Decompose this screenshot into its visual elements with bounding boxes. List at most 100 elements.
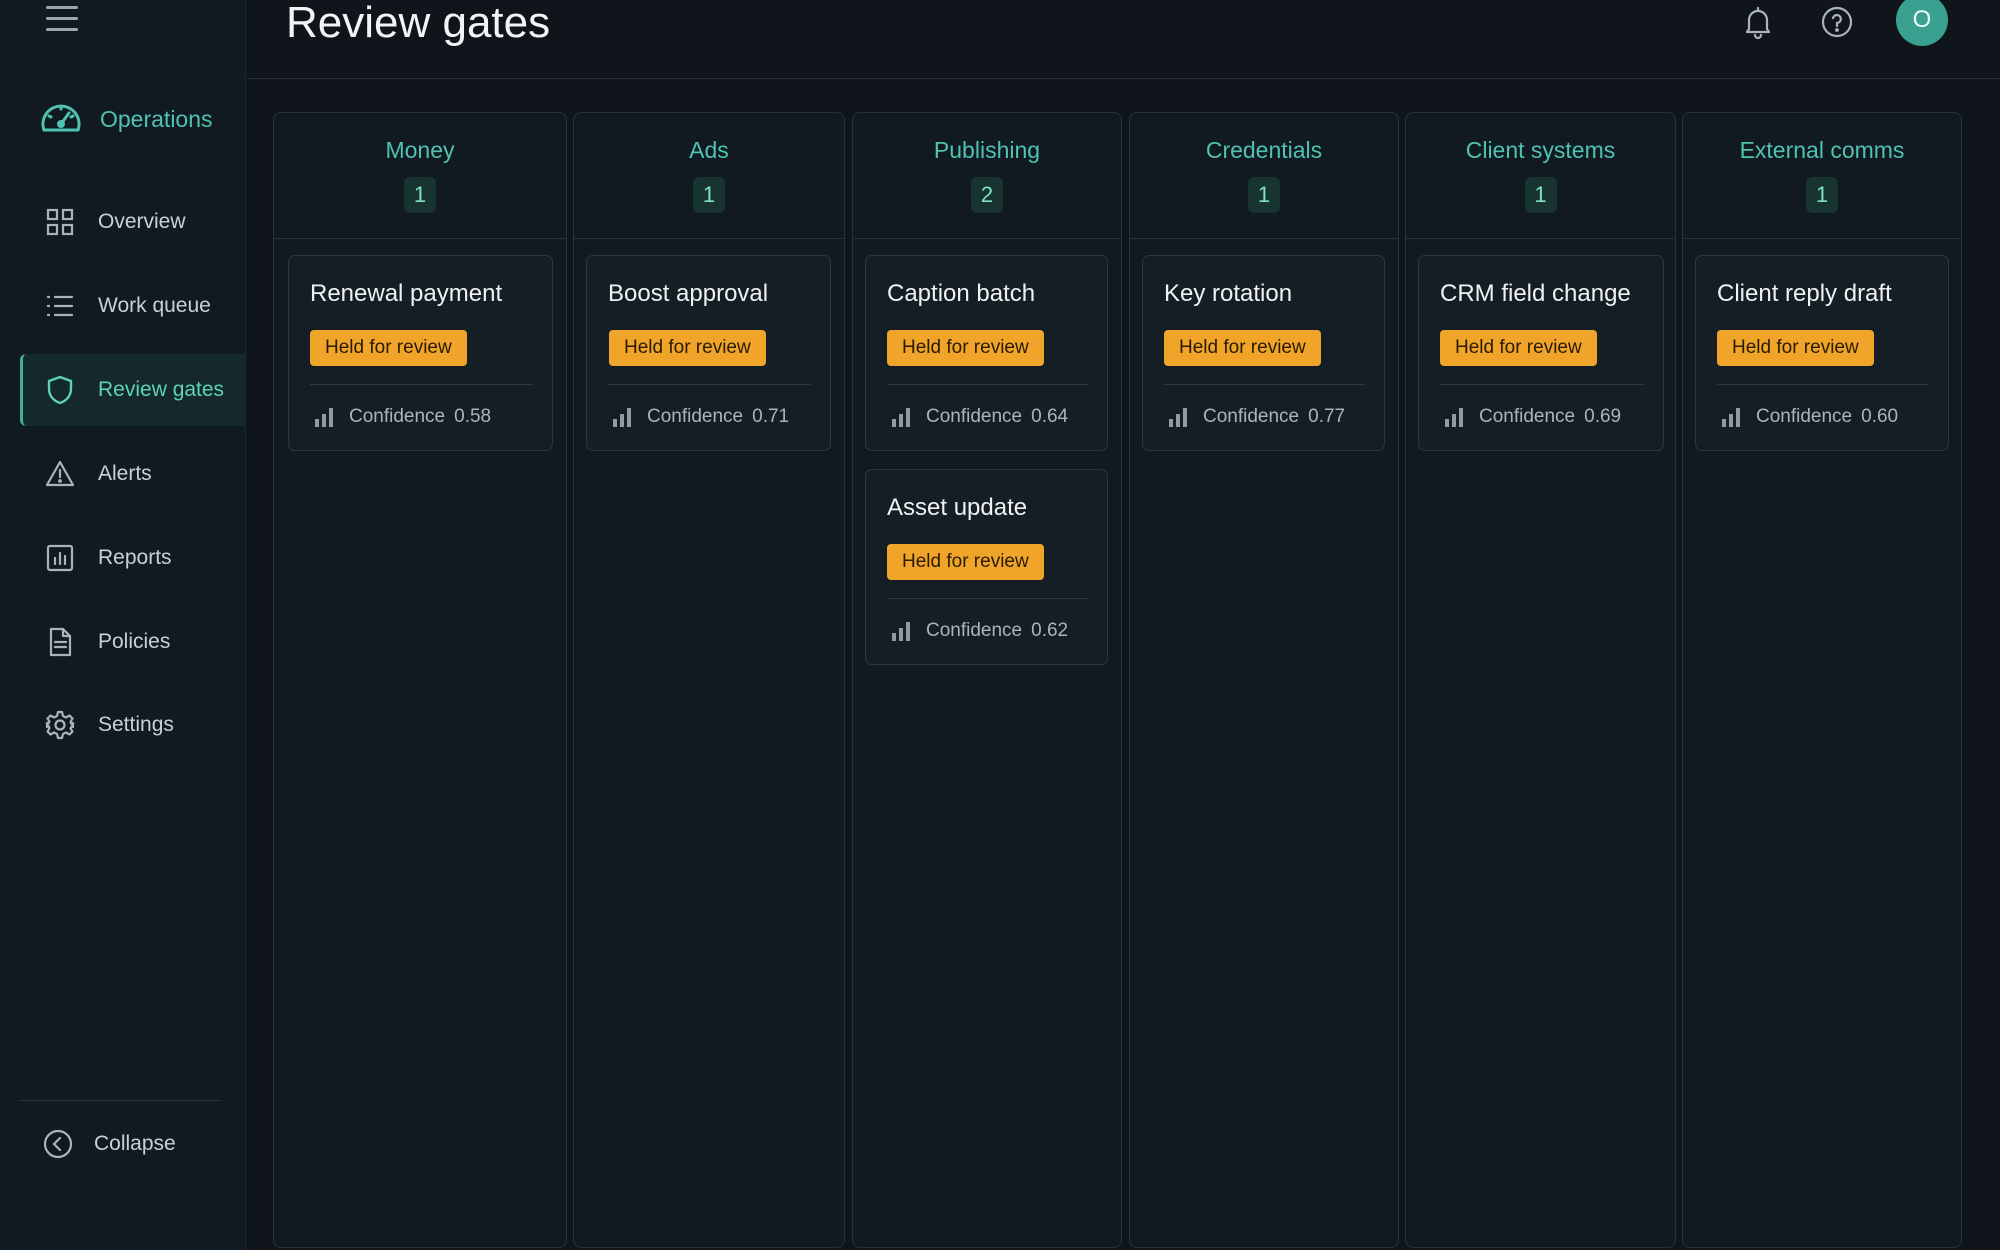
confidence-row: Confidence 0.77 bbox=[1167, 406, 1345, 428]
header-divider bbox=[247, 78, 2000, 79]
speedometer-icon bbox=[41, 104, 81, 132]
column-title: External comms bbox=[1739, 137, 1905, 163]
brand-label: Operations bbox=[100, 105, 213, 132]
column-header: Client systems 1 bbox=[1406, 113, 1675, 239]
sidebar-item-label: Overview bbox=[98, 210, 186, 233]
collapse-label: Collapse bbox=[94, 1132, 176, 1155]
column-client-systems: Client systems 1 CRM field change Held f… bbox=[1405, 112, 1676, 1248]
menu-icon[interactable] bbox=[46, 6, 78, 36]
confidence-value: 0.62 bbox=[1031, 620, 1069, 641]
column-title: Money bbox=[385, 137, 455, 163]
warning-icon bbox=[44, 458, 76, 490]
sidebar-item-label: Settings bbox=[98, 713, 174, 736]
review-card[interactable]: CRM field change Held for review Confide… bbox=[1418, 255, 1664, 451]
review-card[interactable]: Client reply draft Held for review Confi… bbox=[1695, 255, 1949, 451]
bell-icon[interactable] bbox=[1738, 2, 1778, 42]
card-title: Boost approval bbox=[608, 280, 769, 307]
shield-icon bbox=[44, 374, 76, 406]
column-header: Credentials 1 bbox=[1130, 113, 1398, 239]
confidence-row: Confidence 0.64 bbox=[890, 406, 1068, 428]
column-ads: Ads 1 Boost approval Held for review Con… bbox=[573, 112, 845, 1248]
card-title: Client reply draft bbox=[1717, 280, 1892, 307]
review-card[interactable]: Boost approval Held for review Confidenc… bbox=[586, 255, 831, 451]
column-title: Ads bbox=[689, 137, 729, 163]
sidebar-item-work-queue[interactable]: Work queue bbox=[20, 270, 246, 342]
card-divider bbox=[310, 384, 533, 385]
column-count-badge: 1 bbox=[693, 177, 725, 213]
gear-icon bbox=[44, 709, 76, 741]
sidebar: Operations Overview Work queue Review ga… bbox=[0, 0, 246, 1250]
status-badge: Held for review bbox=[1440, 330, 1597, 366]
confidence-row: Confidence 0.58 bbox=[313, 406, 491, 428]
status-badge: Held for review bbox=[1717, 330, 1874, 366]
column-title: Client systems bbox=[1465, 137, 1616, 163]
card-divider bbox=[1164, 384, 1365, 385]
column-credentials: Credentials 1 Key rotation Held for revi… bbox=[1129, 112, 1399, 1248]
sidebar-item-label: Review gates bbox=[98, 378, 225, 401]
bar-chart-icon bbox=[1169, 408, 1187, 427]
bar-chart-icon bbox=[613, 408, 631, 427]
column-count-badge: 1 bbox=[1524, 177, 1557, 213]
bar-chart-icon bbox=[315, 408, 333, 427]
review-card[interactable]: Renewal payment Held for review Confiden… bbox=[288, 255, 553, 451]
card-divider bbox=[887, 384, 1088, 385]
card-title: Renewal payment bbox=[310, 280, 503, 307]
column-money: Money 1 Renewal payment Held for review … bbox=[273, 112, 567, 1248]
card-title: CRM field change bbox=[1440, 280, 1631, 307]
confidence-label: Confidence bbox=[926, 620, 1023, 641]
column-external-comms: External comms 1 Client reply draft Held… bbox=[1682, 112, 1962, 1248]
list-icon bbox=[44, 290, 76, 322]
confidence-label: Confidence bbox=[1203, 406, 1300, 427]
column-header: External comms 1 bbox=[1683, 113, 1961, 239]
sidebar-item-review-gates[interactable]: Review gates bbox=[20, 354, 246, 426]
sidebar-item-label: Reports bbox=[98, 546, 172, 569]
review-card[interactable]: Caption batch Held for review Confidence… bbox=[865, 255, 1108, 451]
confidence-label: Confidence bbox=[1756, 406, 1853, 427]
sidebar-item-settings[interactable]: Settings bbox=[20, 689, 246, 761]
help-icon[interactable] bbox=[1817, 2, 1857, 42]
review-card[interactable]: Asset update Held for review Confidence … bbox=[865, 469, 1108, 665]
grid-icon bbox=[44, 206, 76, 238]
document-icon bbox=[44, 626, 76, 658]
avatar[interactable]: O bbox=[1896, 0, 1948, 46]
sidebar-item-label: Work queue bbox=[98, 294, 211, 317]
confidence-row: Confidence 0.71 bbox=[611, 406, 789, 428]
card-title: Caption batch bbox=[887, 280, 1036, 307]
column-title: Credentials bbox=[1205, 137, 1323, 163]
column-count-badge: 2 bbox=[971, 177, 1003, 213]
review-card[interactable]: Key rotation Held for review Confidence … bbox=[1142, 255, 1385, 451]
confidence-label: Confidence bbox=[926, 406, 1023, 427]
chevron-left-icon bbox=[43, 1129, 73, 1159]
chart-icon bbox=[44, 542, 76, 574]
collapse-button[interactable]: Collapse bbox=[42, 1128, 176, 1160]
bar-chart-icon bbox=[892, 408, 910, 427]
confidence-value: 0.58 bbox=[454, 406, 492, 427]
confidence-value: 0.60 bbox=[1861, 406, 1899, 427]
column-count-badge: 1 bbox=[1248, 177, 1280, 213]
sidebar-item-label: Alerts bbox=[98, 462, 152, 485]
column-header: Ads 1 bbox=[574, 113, 844, 239]
sidebar-item-overview[interactable]: Overview bbox=[20, 186, 246, 258]
status-badge: Held for review bbox=[887, 544, 1044, 580]
status-badge: Held for review bbox=[887, 330, 1044, 366]
brand[interactable]: Operations bbox=[38, 96, 213, 142]
column-count-badge: 1 bbox=[1806, 177, 1838, 213]
sidebar-item-policies[interactable]: Policies bbox=[20, 606, 246, 678]
sidebar-item-reports[interactable]: Reports bbox=[20, 522, 246, 594]
bar-chart-icon bbox=[1445, 408, 1463, 427]
confidence-row: Confidence 0.62 bbox=[890, 620, 1068, 642]
confidence-value: 0.71 bbox=[752, 406, 790, 427]
confidence-label: Confidence bbox=[1479, 406, 1576, 427]
sidebar-item-alerts[interactable]: Alerts bbox=[20, 438, 246, 510]
status-badge: Held for review bbox=[609, 330, 766, 366]
status-badge: Held for review bbox=[1164, 330, 1321, 366]
confidence-value: 0.69 bbox=[1584, 406, 1622, 427]
confidence-label: Confidence bbox=[349, 406, 446, 427]
status-badge: Held for review bbox=[310, 330, 467, 366]
card-divider bbox=[887, 598, 1088, 599]
sidebar-divider bbox=[20, 1100, 220, 1101]
column-header: Money 1 bbox=[274, 113, 566, 239]
confidence-value: 0.64 bbox=[1031, 406, 1069, 427]
card-divider bbox=[608, 384, 811, 385]
card-title: Asset update bbox=[887, 494, 1028, 521]
